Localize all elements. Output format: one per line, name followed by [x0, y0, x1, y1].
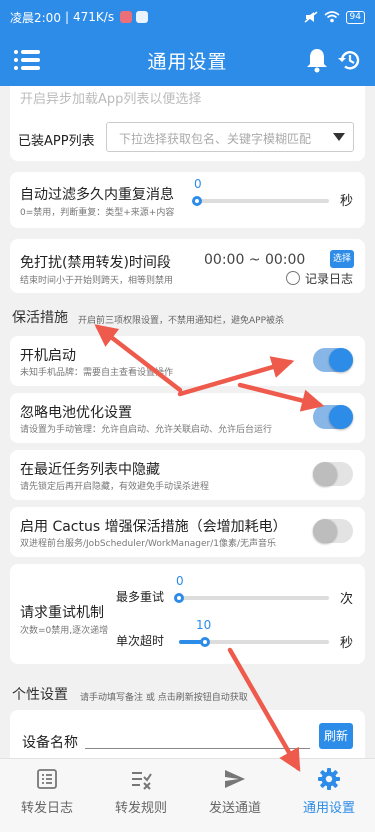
- dnd-sub: 结束时间小于开始则跨天，相等则禁用: [20, 276, 174, 286]
- app-toolbar: 通用设置: [0, 34, 375, 86]
- menu-icon[interactable]: [14, 48, 40, 72]
- settings-content[interactable]: 开启异步加载App列表以便选择 已装APP列表 下拉选择获取包名、关键字模糊匹配…: [0, 86, 375, 758]
- async-load-hint: 开启异步加载App列表以便选择: [20, 92, 202, 107]
- telegram-notification-icon: [136, 11, 149, 23]
- record-log-label: 记录日志: [305, 272, 354, 286]
- rules-icon: [132, 772, 152, 790]
- battery-indicator: 94: [345, 10, 365, 24]
- dnd-select-button[interactable]: 选择: [330, 250, 354, 268]
- dedup-slider-thumb[interactable]: [192, 196, 202, 206]
- app-notification-icon: [120, 11, 133, 23]
- hide-recent-card: 在最近任务列表中隐藏 请先锁定后再开启隐藏，有效避免手动误杀进程: [10, 450, 365, 500]
- autostart-sub: 未知手机品牌：需要自主查看设置操作: [20, 368, 174, 378]
- timeout-label: 单次超时: [116, 634, 165, 648]
- mute-icon: [304, 11, 318, 23]
- hide-recent-sub: 请先锁定后再开启隐藏，有效避免手动误杀进程: [20, 482, 210, 492]
- personal-title: 个性设置: [12, 687, 68, 703]
- personal-sub: 请手动填写备注 或 点击刷新按钮自动获取: [80, 693, 248, 703]
- device-name-card: 设备名称 刷新: [10, 710, 365, 758]
- nav-send-channel[interactable]: 发送通道: [188, 759, 282, 832]
- battery-opt-sub: 请设置为手动管理：允许自启动、允许关联启动、允许后台运行: [20, 425, 273, 435]
- battery-opt-card: 忽略电池优化设置 请设置为手动管理：允许自启动、允许关联启动、允许后台运行: [10, 393, 365, 443]
- app-list-dropdown[interactable]: 下拉选择获取包名、关键字模糊匹配: [106, 122, 354, 152]
- status-time: 凌晨2:00: [10, 10, 61, 25]
- nav-forward-rules-label: 转发规则: [114, 801, 167, 816]
- max-retry-slider[interactable]: [174, 593, 329, 603]
- cactus-toggle[interactable]: [313, 519, 353, 543]
- device-name-input[interactable]: [85, 748, 310, 749]
- max-retry-unit: 次: [340, 592, 354, 607]
- nav-general-settings[interactable]: 通用设置: [282, 759, 375, 832]
- status-speed: 471K/s: [73, 10, 115, 24]
- list-icon: [37, 769, 57, 789]
- dedup-label: 自动过滤多久内重复消息: [20, 187, 174, 203]
- refresh-button[interactable]: 刷新: [319, 723, 353, 749]
- timeout-unit: 秒: [340, 636, 354, 651]
- cactus-label: 启用 Cactus 增强保活措施（会增加耗电）: [20, 519, 287, 535]
- timeout-value: 10: [196, 618, 212, 632]
- max-retry-thumb[interactable]: [174, 593, 184, 603]
- nav-general-settings-label: 通用设置: [302, 801, 355, 816]
- autostart-label: 开机启动: [20, 348, 76, 364]
- dnd-label: 免打扰(禁用转发)时间段: [20, 255, 171, 271]
- dnd-time-range[interactable]: 00:00 ~ 00:00: [204, 252, 305, 268]
- timeout-thumb[interactable]: [199, 637, 210, 647]
- chevron-down-icon: [333, 133, 345, 141]
- dedup-value: 0: [194, 177, 202, 191]
- max-retry-label: 最多重试: [116, 590, 165, 604]
- battery-opt-label: 忽略电池优化设置: [20, 405, 132, 421]
- dnd-card: 免打扰(禁用转发)时间段 结束时间小于开始则跨天，相等则禁用 00:00 ~ 0…: [10, 239, 365, 293]
- send-icon: [225, 770, 245, 788]
- nav-send-channel-label: 发送通道: [208, 801, 261, 816]
- nav-forward-log[interactable]: 转发日志: [0, 759, 94, 832]
- dedup-card: 自动过滤多久内重复消息 0=禁用，判断重复：类型+来源+内容 0 秒: [10, 172, 365, 228]
- page-title: 通用设置: [147, 50, 228, 73]
- wifi-icon: [324, 11, 340, 23]
- cactus-card: 启用 Cactus 增强保活措施（会增加耗电） 双进程前台服务/JobSched…: [10, 507, 365, 557]
- dedup-sub: 0=禁用，判断重复：类型+来源+内容: [20, 208, 175, 218]
- app-list-label: 已装APP列表: [18, 134, 95, 149]
- retry-card: 请求重试机制 次数=0禁用,逐次递增 最多重试 0 次 单次超时 10 秒: [10, 564, 365, 664]
- nav-forward-log-label: 转发日志: [20, 801, 73, 816]
- nav-forward-rules[interactable]: 转发规则: [94, 759, 188, 832]
- hide-recent-label: 在最近任务列表中隐藏: [20, 462, 160, 478]
- keepalive-title: 保活措施: [12, 310, 68, 326]
- retry-label: 请求重试机制: [20, 605, 104, 621]
- dedup-unit: 秒: [340, 194, 354, 209]
- max-retry-value: 0: [176, 574, 184, 588]
- status-bar: 凌晨2:00 | 471K/s 94: [0, 0, 375, 34]
- bell-icon[interactable]: [306, 47, 328, 73]
- autostart-toggle[interactable]: [313, 348, 353, 372]
- autostart-card: 开机启动 未知手机品牌：需要自主查看设置操作: [10, 336, 365, 386]
- hide-recent-toggle[interactable]: [313, 462, 353, 486]
- app-list-card: 开启异步加载App列表以便选择 已装APP列表 下拉选择获取包名、关键字模糊匹配: [10, 86, 365, 161]
- cactus-sub: 双进程前台服务/JobScheduler/WorkManager/1像素/无声音…: [20, 539, 277, 549]
- gear-icon: [318, 768, 340, 790]
- keepalive-sub: 开启前三项权限设置，不禁用通知栏，避免APP被杀: [78, 316, 285, 326]
- app-list-placeholder: 下拉选择获取包名、关键字模糊匹配: [119, 132, 312, 146]
- device-name-label: 设备名称: [22, 735, 78, 751]
- retry-sub: 次数=0禁用,逐次递增: [20, 626, 109, 636]
- dedup-slider[interactable]: [192, 196, 329, 206]
- record-log-radio[interactable]: [286, 271, 300, 285]
- history-icon[interactable]: [336, 47, 362, 73]
- status-divider: |: [64, 10, 69, 24]
- battery-opt-toggle[interactable]: [313, 405, 353, 429]
- bottom-nav: 转发日志 转发规则 发送通道 通用设置: [0, 758, 375, 832]
- timeout-slider[interactable]: [179, 637, 329, 647]
